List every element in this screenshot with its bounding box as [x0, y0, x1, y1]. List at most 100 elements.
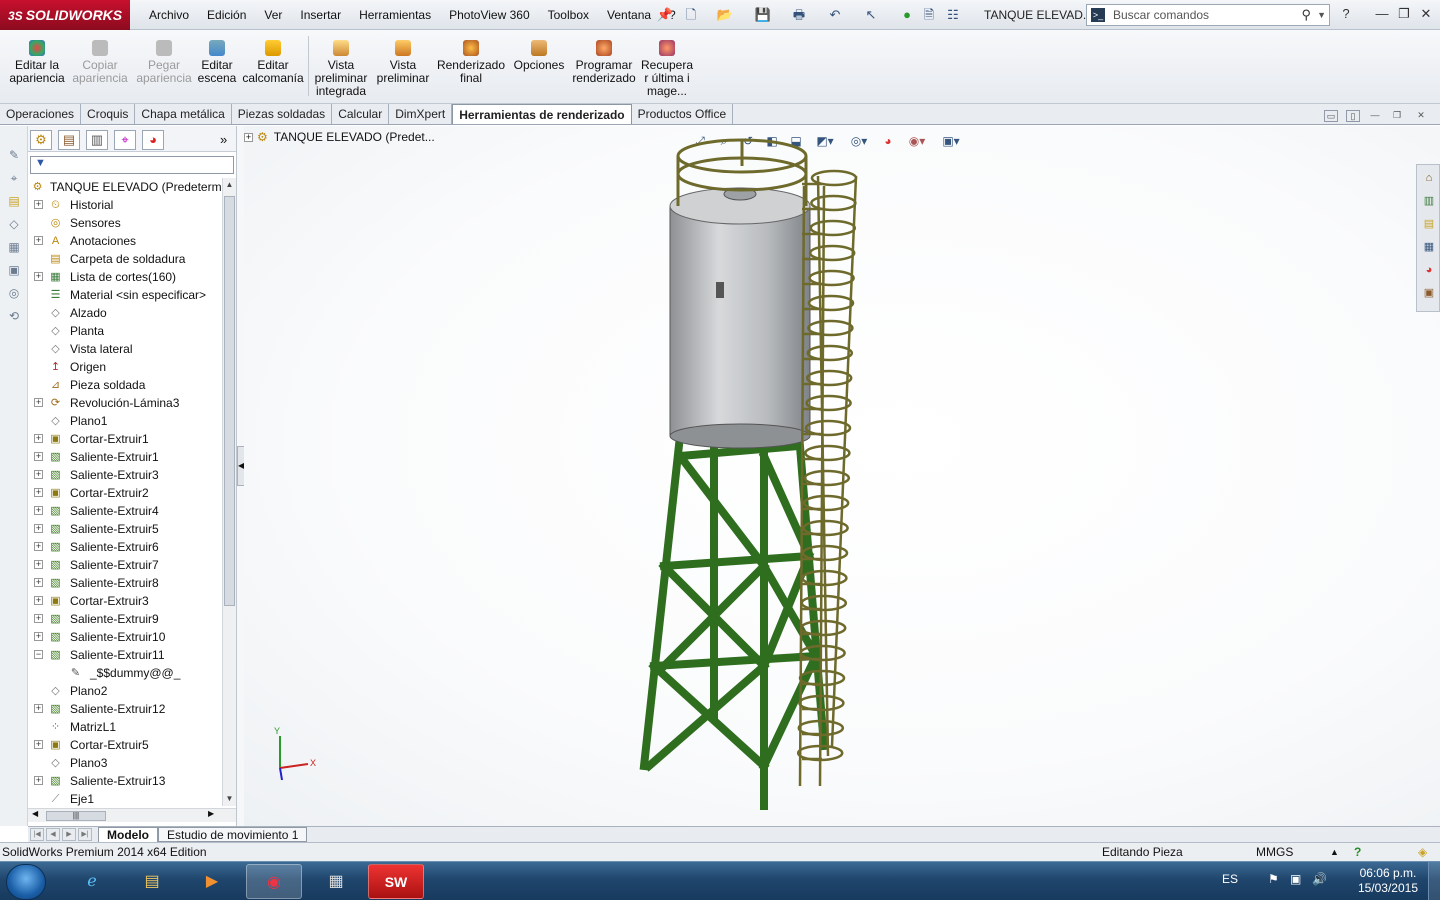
tree-item[interactable]: + ▣ Cortar-Extruir3	[28, 592, 222, 610]
tree-item[interactable]: + ▣ Cortar-Extruir1	[28, 430, 222, 448]
chrome-icon[interactable]: ◉	[246, 864, 302, 899]
save-icon[interactable]: 💾	[754, 6, 772, 24]
expand-panel-icon[interactable]: »	[220, 132, 227, 147]
tab-chapa-metalica[interactable]: Chapa metálica	[135, 104, 232, 124]
tree-item[interactable]: + ▧ Saliente-Extruir1	[28, 448, 222, 466]
menu-herramientas[interactable]: Herramientas	[350, 0, 440, 30]
calculator-icon[interactable]: ▦	[308, 864, 364, 899]
instant3d-icon[interactable]: ⟲	[6, 309, 22, 325]
show-desktop-button[interactable]	[1428, 862, 1440, 900]
view-palette-icon[interactable]: ▦	[1420, 238, 1438, 256]
graphics-area[interactable]: + ⚙ TANQUE ELEVADO (Predet... ⤢ ⌕ ↺ ◧ ⬓ ◩▾…	[244, 126, 1440, 826]
options-icon[interactable]: ☷	[944, 6, 962, 24]
panel-splitter[interactable]: ◀	[236, 126, 245, 826]
edit-scene-button[interactable]: Editar escena	[196, 38, 238, 85]
schedule-render-button[interactable]: Programar renderizado	[570, 38, 638, 85]
volume-icon[interactable]: 🔊	[1312, 872, 1327, 886]
tile-horizontal-icon[interactable]: ▭	[1324, 110, 1338, 122]
tree-item[interactable]: + ▦ Lista de cortes(160)	[28, 268, 222, 286]
curves-icon[interactable]: ◎	[6, 286, 22, 302]
tree-filter-input[interactable]: ▼	[30, 156, 234, 174]
scroll-left-icon[interactable]: ◀	[32, 809, 38, 818]
expand-icon[interactable]: +	[34, 542, 43, 551]
tree-item[interactable]: + A Anotaciones	[28, 232, 222, 250]
tree-item[interactable]: ◇ Planta	[28, 322, 222, 340]
tree-item[interactable]: + ▧ Saliente-Extruir10	[28, 628, 222, 646]
tree-vertical-scrollbar[interactable]: ▲ ▼	[222, 178, 236, 806]
dimxpert-manager-tab-icon[interactable]: ⌖	[114, 130, 136, 150]
chevron-down-icon[interactable]: ▼	[1317, 5, 1326, 25]
menu-photoview[interactable]: PhotoView 360	[440, 0, 539, 30]
solidworks-logo[interactable]: 3S SOLIDWORKS	[0, 0, 130, 30]
expand-icon[interactable]: +	[34, 506, 43, 515]
tab-modelo[interactable]: Modelo	[98, 827, 158, 842]
tree-item[interactable]: ✎ _$$dummy@@_	[28, 664, 222, 682]
tree-item[interactable]: + ▧ Saliente-Extruir3	[28, 466, 222, 484]
copy-appearance-button[interactable]: Copiar apariencia	[70, 38, 130, 85]
expand-icon[interactable]: +	[34, 200, 43, 209]
scroll-thumb[interactable]	[224, 196, 235, 606]
tree-item[interactable]: ◇ Plano2	[28, 682, 222, 700]
print-icon[interactable]: 🖶	[790, 6, 808, 24]
feature-manager-tab-icon[interactable]: ⚙	[30, 130, 52, 150]
rebuild-icon[interactable]: ●	[898, 6, 916, 24]
help-icon[interactable]: ?	[1354, 843, 1361, 861]
tree-item[interactable]: + ▧ Saliente-Extruir6	[28, 538, 222, 556]
scroll-down-icon[interactable]: ▼	[224, 792, 235, 806]
smart-dimension-icon[interactable]: ⌖	[6, 171, 22, 187]
edit-appearance-button[interactable]: Editar la apariencia	[6, 38, 68, 85]
tree-item[interactable]: ◎ Sensores	[28, 214, 222, 232]
tree-item[interactable]: + ▣ Cortar-Extruir5	[28, 736, 222, 754]
tree-root[interactable]: ⚙ TANQUE ELEVADO (Predetermi	[28, 178, 222, 196]
tree-item[interactable]: ☰ Material <sin especificar>	[28, 286, 222, 304]
final-render-button[interactable]: Renderizado final	[436, 38, 506, 85]
media-player-icon[interactable]: ▶	[184, 864, 240, 899]
search-commands-input[interactable]: >_ Buscar comandos ⚲ ▼	[1086, 4, 1330, 26]
new-document-icon[interactable]: 🗋	[682, 6, 700, 24]
doc-close-button[interactable]: ✕	[1414, 110, 1428, 122]
property-manager-tab-icon[interactable]: ▤	[58, 130, 80, 150]
tree-item[interactable]: ⁘ MatrizL1	[28, 718, 222, 736]
tree-item[interactable]: ◇ Plano3	[28, 754, 222, 772]
next-tab-icon[interactable]: ▶	[62, 828, 76, 841]
pin-icon[interactable]: 📌	[656, 6, 674, 24]
configuration-manager-tab-icon[interactable]: ▥	[86, 130, 108, 150]
doc-minimize-button[interactable]: —	[1368, 110, 1382, 122]
tree-item[interactable]: ◇ Plano1	[28, 412, 222, 430]
solidworks-resources-icon[interactable]: ⌂	[1420, 169, 1438, 187]
tree-item[interactable]: + ▧ Saliente-Extruir13	[28, 772, 222, 790]
file-properties-icon[interactable]: 🗎	[920, 6, 938, 24]
start-button[interactable]	[6, 864, 46, 900]
expand-icon[interactable]: +	[34, 560, 43, 569]
action-center-icon[interactable]: ⚑	[1268, 872, 1279, 886]
internet-explorer-icon[interactable]: ℯ	[64, 864, 120, 899]
sketch-tool-icon[interactable]: ✎	[6, 148, 22, 164]
collapse-icon[interactable]: −	[34, 650, 43, 659]
tile-vertical-icon[interactable]: ▯	[1346, 110, 1360, 122]
unit-system[interactable]: MMGS	[1256, 843, 1293, 861]
paste-appearance-button[interactable]: Pegar apariencia	[134, 38, 194, 85]
expand-icon[interactable]: +	[34, 632, 43, 641]
menu-archivo[interactable]: Archivo	[140, 0, 198, 30]
expand-icon[interactable]: +	[34, 236, 43, 245]
tree-item[interactable]: + ▧ Saliente-Extruir12	[28, 700, 222, 718]
help-icon[interactable]: ?	[1336, 4, 1356, 24]
clock[interactable]: 06:06 p.m. 15/03/2015	[1358, 866, 1418, 896]
folder-tool-icon[interactable]: ▤	[6, 194, 22, 210]
expand-icon[interactable]: +	[34, 398, 43, 407]
solidworks-taskbar-icon[interactable]: SW	[368, 864, 424, 899]
reference-geometry-icon[interactable]: ◇	[6, 217, 22, 233]
last-tab-icon[interactable]: ▶|	[78, 828, 92, 841]
render-options-button[interactable]: Opciones	[512, 38, 566, 72]
expand-icon[interactable]: +	[34, 776, 43, 785]
tag-icon[interactable]: ◈	[1418, 843, 1427, 861]
edit-decal-button[interactable]: Editar calcomanía	[242, 38, 304, 85]
select-pointer-icon[interactable]: ↖	[862, 6, 880, 24]
design-library-icon[interactable]: ▥	[1420, 192, 1438, 210]
tree-item[interactable]: + ▧ Saliente-Extruir7	[28, 556, 222, 574]
tab-estudio-movimiento[interactable]: Estudio de movimiento 1	[158, 827, 308, 842]
expand-icon[interactable]: +	[34, 272, 43, 281]
tree-item[interactable]: ⊿ Pieza soldada	[28, 376, 222, 394]
menu-toolbox[interactable]: Toolbox	[539, 0, 598, 30]
expand-icon[interactable]: +	[34, 578, 43, 587]
